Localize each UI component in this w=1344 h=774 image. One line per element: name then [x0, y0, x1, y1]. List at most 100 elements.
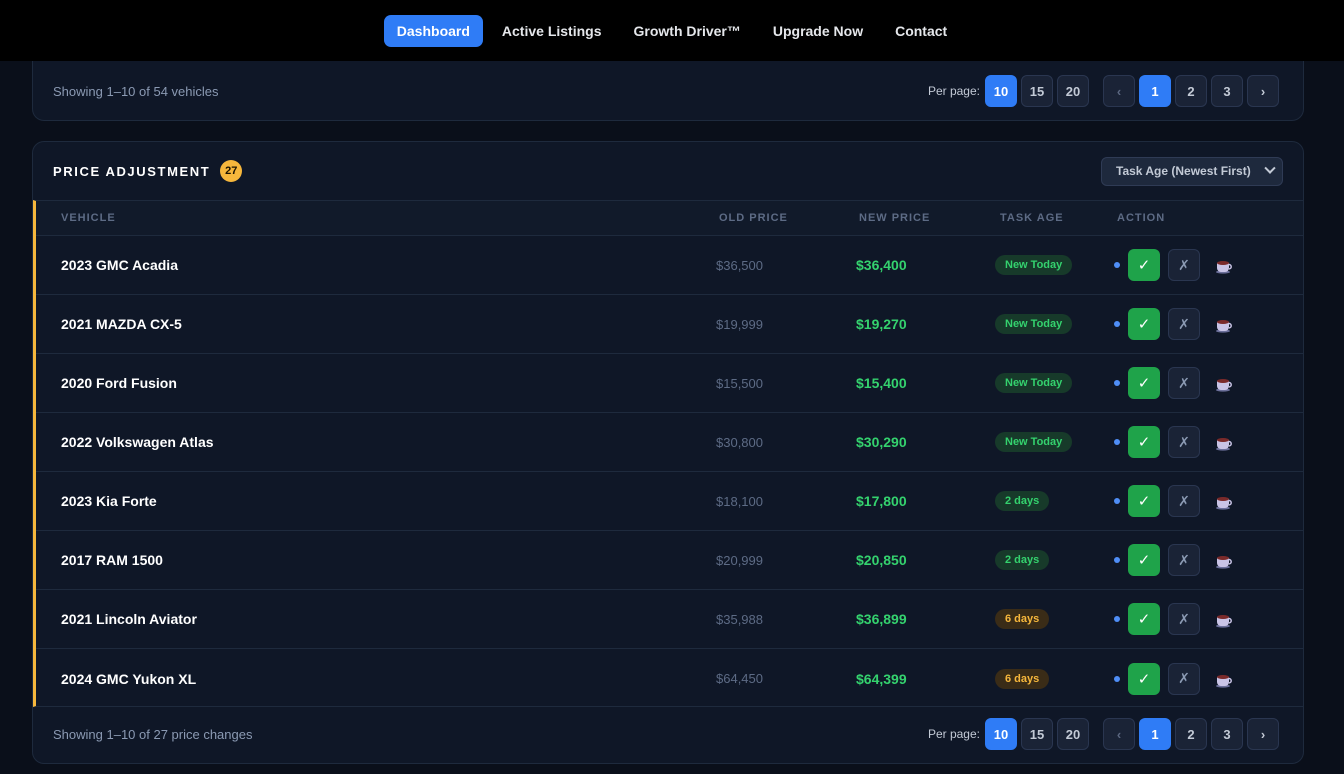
per-page-10-button[interactable]: 10	[985, 718, 1017, 750]
reject-button[interactable]: ✗	[1168, 603, 1200, 635]
coffee-cup-icon[interactable]	[1215, 492, 1233, 510]
status-dot-icon	[1114, 262, 1120, 268]
status-dot-icon	[1114, 616, 1120, 622]
section-title: PRICE ADJUSTMENT	[53, 163, 211, 179]
new-price: $19,270	[856, 316, 907, 332]
status-dot-icon	[1114, 675, 1120, 682]
vehicles-showing-text: Showing 1–10 of 54 vehicles	[53, 83, 219, 99]
nav-active-listings[interactable]: Active Listings	[489, 15, 615, 47]
next-page-button[interactable]: ›	[1247, 75, 1279, 107]
row-actions: ✓ ✗	[1114, 485, 1233, 517]
coffee-cup-icon[interactable]	[1215, 315, 1233, 333]
chevron-down-icon	[1264, 162, 1276, 174]
page-3-button[interactable]: 3	[1211, 75, 1243, 107]
coffee-cup-icon[interactable]	[1215, 610, 1233, 628]
nav-dashboard[interactable]: Dashboard	[383, 14, 483, 47]
reject-button[interactable]: ✗	[1168, 485, 1200, 517]
approve-button[interactable]: ✓	[1128, 426, 1160, 458]
task-age-badge: 6 days	[995, 668, 1050, 689]
new-price: $30,290	[856, 434, 907, 450]
vehicle-name: 2023 Kia Forte	[61, 493, 157, 509]
old-price: $64,450	[716, 671, 763, 686]
new-price: $20,850	[856, 552, 907, 568]
nav-growth-driver[interactable]: Growth Driver™	[621, 15, 754, 47]
price-adjustment-card: PRICE ADJUSTMENT 27 Task Age (Newest Fir…	[32, 141, 1304, 764]
approve-button[interactable]: ✓	[1128, 249, 1160, 281]
price-adjustment-title-group: PRICE ADJUSTMENT 27	[53, 160, 243, 182]
status-dot-icon	[1114, 321, 1120, 327]
vehicle-name: 2023 GMC Acadia	[61, 257, 178, 273]
old-price: $18,100	[716, 493, 763, 509]
vehicle-name: 2021 MAZDA CX-5	[61, 316, 182, 332]
price-adjustment-table: VEHICLE OLD PRICE NEW PRICE TASK AGE ACT…	[33, 200, 1303, 707]
vehicle-name: 2021 Lincoln Aviator	[61, 611, 197, 627]
status-dot-icon	[1114, 498, 1120, 504]
nav-contact[interactable]: Contact	[882, 15, 960, 47]
per-page-15-button[interactable]: 15	[1021, 718, 1053, 750]
new-price: $15,400	[856, 375, 907, 391]
prev-page-button[interactable]: ‹	[1103, 75, 1135, 107]
coffee-cup-icon[interactable]	[1215, 433, 1233, 451]
per-page-20-button[interactable]: 20	[1057, 718, 1089, 750]
reject-button[interactable]: ✗	[1168, 544, 1200, 576]
price-showing-text: Showing 1–10 of 27 price changes	[53, 726, 253, 742]
vehicle-name: 2020 Ford Fusion	[61, 375, 177, 391]
task-age-badge: New Today	[995, 255, 1073, 275]
coffee-cup-icon[interactable]	[1215, 551, 1233, 569]
task-age-badge: 2 days	[995, 550, 1050, 570]
approve-button[interactable]: ✓	[1128, 544, 1160, 576]
new-price: $36,899	[856, 611, 907, 627]
coffee-cup-icon[interactable]	[1215, 256, 1233, 274]
col-vehicle: VEHICLE	[61, 212, 116, 224]
vehicle-name: 2024 GMC Yukon XL	[61, 670, 197, 687]
table-row: 2023 GMC Acadia $36,500 $36,400 New Today ✓ ✗	[36, 236, 1303, 295]
row-actions: ✓ ✗	[1114, 662, 1233, 695]
count-badge: 27	[220, 160, 243, 182]
page-2-button[interactable]: 2	[1175, 718, 1207, 750]
reject-button[interactable]: ✗	[1168, 367, 1200, 399]
row-actions: ✓ ✗	[1114, 249, 1233, 281]
table-row: 2024 GMC Yukon XL $64,450 $64,399 6 days ✓ ✗	[36, 649, 1303, 708]
sort-select[interactable]: Task Age (Newest First)	[1101, 156, 1283, 186]
table-header: VEHICLE OLD PRICE NEW PRICE TASK AGE ACT…	[36, 201, 1303, 236]
reject-button[interactable]: ✗	[1168, 426, 1200, 458]
reject-button[interactable]: ✗	[1168, 308, 1200, 340]
per-page-15-button[interactable]: 15	[1021, 75, 1053, 107]
old-price: $15,500	[716, 375, 763, 391]
old-price: $20,999	[716, 552, 763, 568]
prev-page-button[interactable]: ‹	[1103, 718, 1135, 750]
task-age-badge: 6 days	[995, 609, 1050, 629]
page-1-button[interactable]: 1	[1139, 718, 1171, 750]
price-pager-row: Showing 1–10 of 27 price changes Per pag…	[33, 705, 1303, 763]
vehicles-pager-row: Showing 1–10 of 54 vehicles Per page: 10…	[33, 62, 1303, 120]
per-page-20-button[interactable]: 20	[1057, 75, 1089, 107]
approve-button[interactable]: ✓	[1128, 367, 1160, 399]
reject-button[interactable]: ✗	[1168, 662, 1200, 695]
top-nav: Dashboard Active Listings Growth Driver™…	[0, 0, 1344, 61]
page-2-button[interactable]: 2	[1175, 75, 1207, 107]
row-actions: ✓ ✗	[1114, 603, 1233, 635]
old-price: $36,500	[716, 257, 763, 273]
task-age-badge: New Today	[995, 432, 1073, 452]
status-dot-icon	[1114, 557, 1120, 563]
per-page-10-button[interactable]: 10	[985, 75, 1017, 107]
coffee-cup-icon[interactable]	[1215, 374, 1233, 392]
col-new-price: NEW PRICE	[859, 212, 931, 224]
page-3-button[interactable]: 3	[1211, 718, 1243, 750]
next-page-button[interactable]: ›	[1247, 718, 1279, 750]
table-row: 2023 Kia Forte $18,100 $17,800 2 days ✓ ✗	[36, 472, 1303, 531]
table-row: 2017 RAM 1500 $20,999 $20,850 2 days ✓ ✗	[36, 531, 1303, 590]
approve-button[interactable]: ✓	[1128, 662, 1160, 695]
new-price: $17,800	[856, 493, 907, 509]
status-dot-icon	[1114, 380, 1120, 386]
old-price: $30,800	[716, 434, 763, 450]
reject-button[interactable]: ✗	[1168, 249, 1200, 281]
nav-upgrade-now[interactable]: Upgrade Now	[760, 15, 876, 47]
approve-button[interactable]: ✓	[1128, 603, 1160, 635]
page-1-button[interactable]: 1	[1139, 75, 1171, 107]
coffee-cup-icon[interactable]	[1215, 670, 1233, 688]
approve-button[interactable]: ✓	[1128, 485, 1160, 517]
task-age-badge: New Today	[995, 373, 1073, 393]
approve-button[interactable]: ✓	[1128, 308, 1160, 340]
row-actions: ✓ ✗	[1114, 308, 1233, 340]
